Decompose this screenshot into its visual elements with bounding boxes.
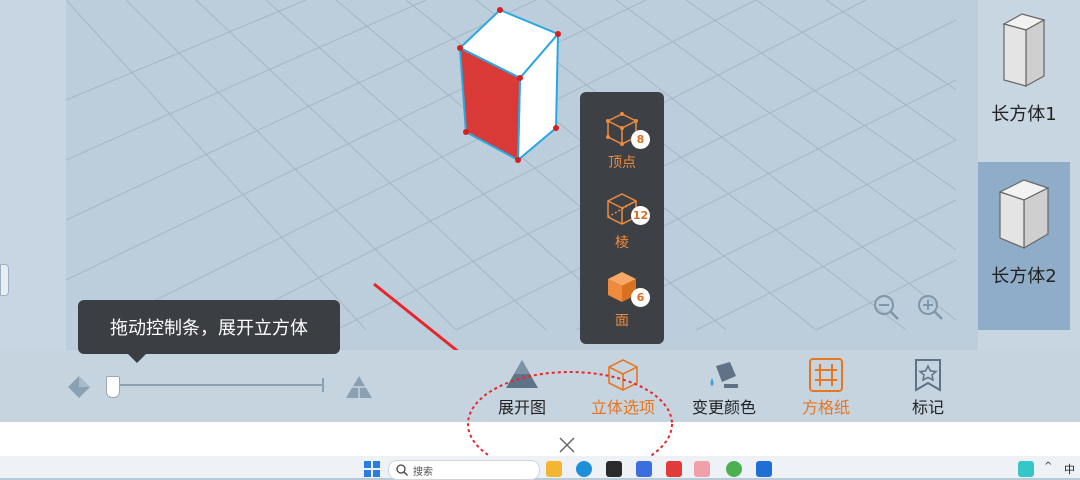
shape-card-cuboid-1[interactable]: 长方体1	[978, 0, 1070, 168]
tool-label: 方格纸	[801, 398, 850, 417]
app-icon-1[interactable]	[606, 461, 622, 477]
edge-count-badge: 12	[631, 206, 650, 225]
zoom-in-icon[interactable]	[915, 292, 945, 322]
wechat-icon[interactable]	[694, 461, 710, 477]
face-count-badge: 6	[631, 288, 650, 307]
popup-item-edges[interactable]: 12 棱	[580, 190, 664, 252]
tool-label: 变更颜色	[691, 398, 756, 417]
cuboid-thumbnail-icon	[1002, 13, 1046, 88]
file-explorer-icon[interactable]	[546, 461, 562, 477]
unfold-slider-track[interactable]	[112, 384, 324, 386]
app-icon-3[interactable]	[756, 461, 772, 477]
ie-browser-icon[interactable]	[726, 461, 742, 477]
edge-browser-icon[interactable]	[576, 461, 592, 477]
ime-indicator[interactable]: 中	[1064, 461, 1075, 477]
solid-options-popup: 8 顶点 12 棱 6 面	[580, 92, 664, 344]
tray-expand-icon[interactable]: ^	[1044, 461, 1052, 472]
bookmark-star-icon	[915, 359, 941, 392]
unfolded-shape-icon	[346, 376, 372, 398]
search-placeholder: 搜索	[413, 466, 433, 478]
popup-item-label: 面	[615, 313, 629, 329]
popup-item-faces[interactable]: 6 面	[580, 268, 664, 330]
cuboid-thumbnail-icon	[998, 179, 1050, 250]
windows-start-icon[interactable]	[364, 461, 380, 477]
vertex-count-badge: 8	[631, 130, 650, 149]
taskbar-search[interactable]: 搜索	[388, 460, 540, 480]
tool-grid-paper[interactable]: 方格纸	[786, 358, 866, 418]
popup-item-vertices[interactable]: 8 顶点	[580, 110, 664, 172]
shape-list-panel: 长方体1 长方体2	[978, 0, 1080, 350]
shape-card-label: 长方体2	[991, 266, 1057, 287]
unfold-slider-end	[322, 378, 324, 392]
grid-paper-icon	[809, 358, 843, 392]
wps-icon[interactable]	[666, 461, 682, 477]
popup-item-label: 顶点	[608, 155, 636, 171]
popup-item-label: 棱	[615, 235, 629, 251]
folded-shape-icon	[68, 376, 90, 398]
tooltip-arrow	[128, 354, 146, 363]
unfold-slider-handle[interactable]	[106, 376, 120, 398]
tool-label: 标记	[911, 398, 944, 417]
left-margin	[0, 0, 66, 350]
app-icon-2[interactable]	[636, 461, 652, 477]
tool-mark[interactable]: 标记	[888, 358, 968, 418]
shape-card-cuboid-2[interactable]: 长方体2	[978, 162, 1070, 330]
tool-change-color[interactable]: 变更颜色	[684, 358, 764, 418]
shape-card-label: 长方体1	[991, 104, 1057, 125]
paint-bucket-icon	[710, 362, 738, 388]
zoom-out-icon[interactable]	[871, 292, 901, 322]
tray-app-icon[interactable]	[1018, 461, 1034, 477]
cuboid-3d[interactable]	[450, 0, 570, 170]
slider-tooltip: 拖动控制条，展开立方体	[78, 300, 340, 354]
search-icon	[396, 464, 408, 476]
3d-canvas[interactable]	[0, 0, 978, 436]
os-taskbar	[0, 456, 1080, 478]
side-handle[interactable]	[0, 264, 9, 296]
